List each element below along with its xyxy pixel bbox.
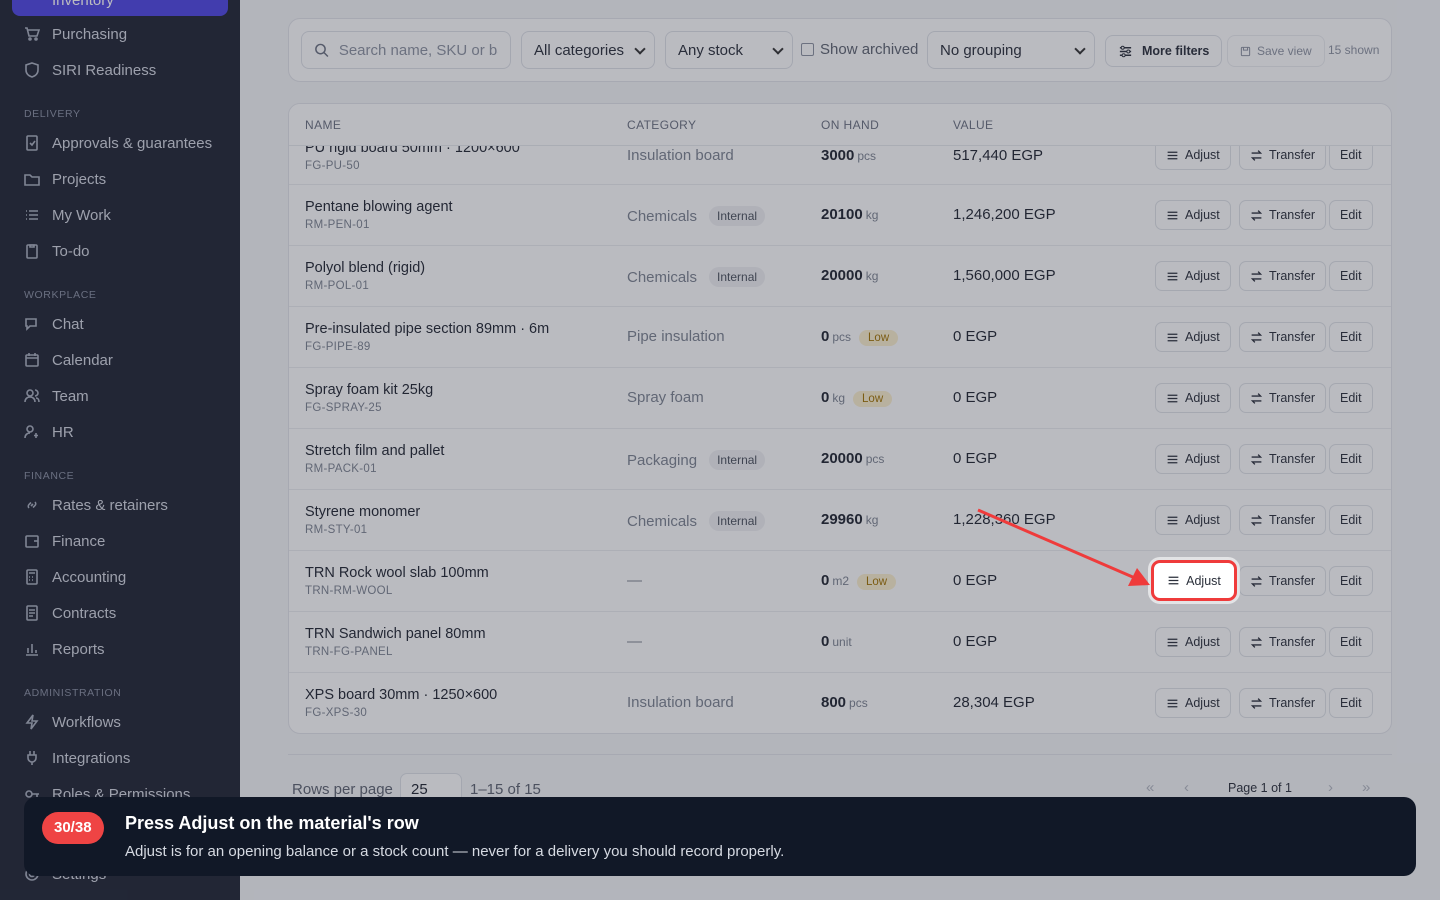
tour-description: Adjust is for an opening balance or a st… [125,843,785,860]
tour-arrow-icon [977,508,1150,586]
tour-backdrop [0,0,1440,900]
highlighted-adjust-label: Adjust [1186,573,1221,588]
tour-panel: 30/38 Press Adjust on the material's row… [24,797,1416,876]
tour-title: Press Adjust on the material's row [125,813,419,833]
tour-step-badge: 30/38 [42,812,104,844]
